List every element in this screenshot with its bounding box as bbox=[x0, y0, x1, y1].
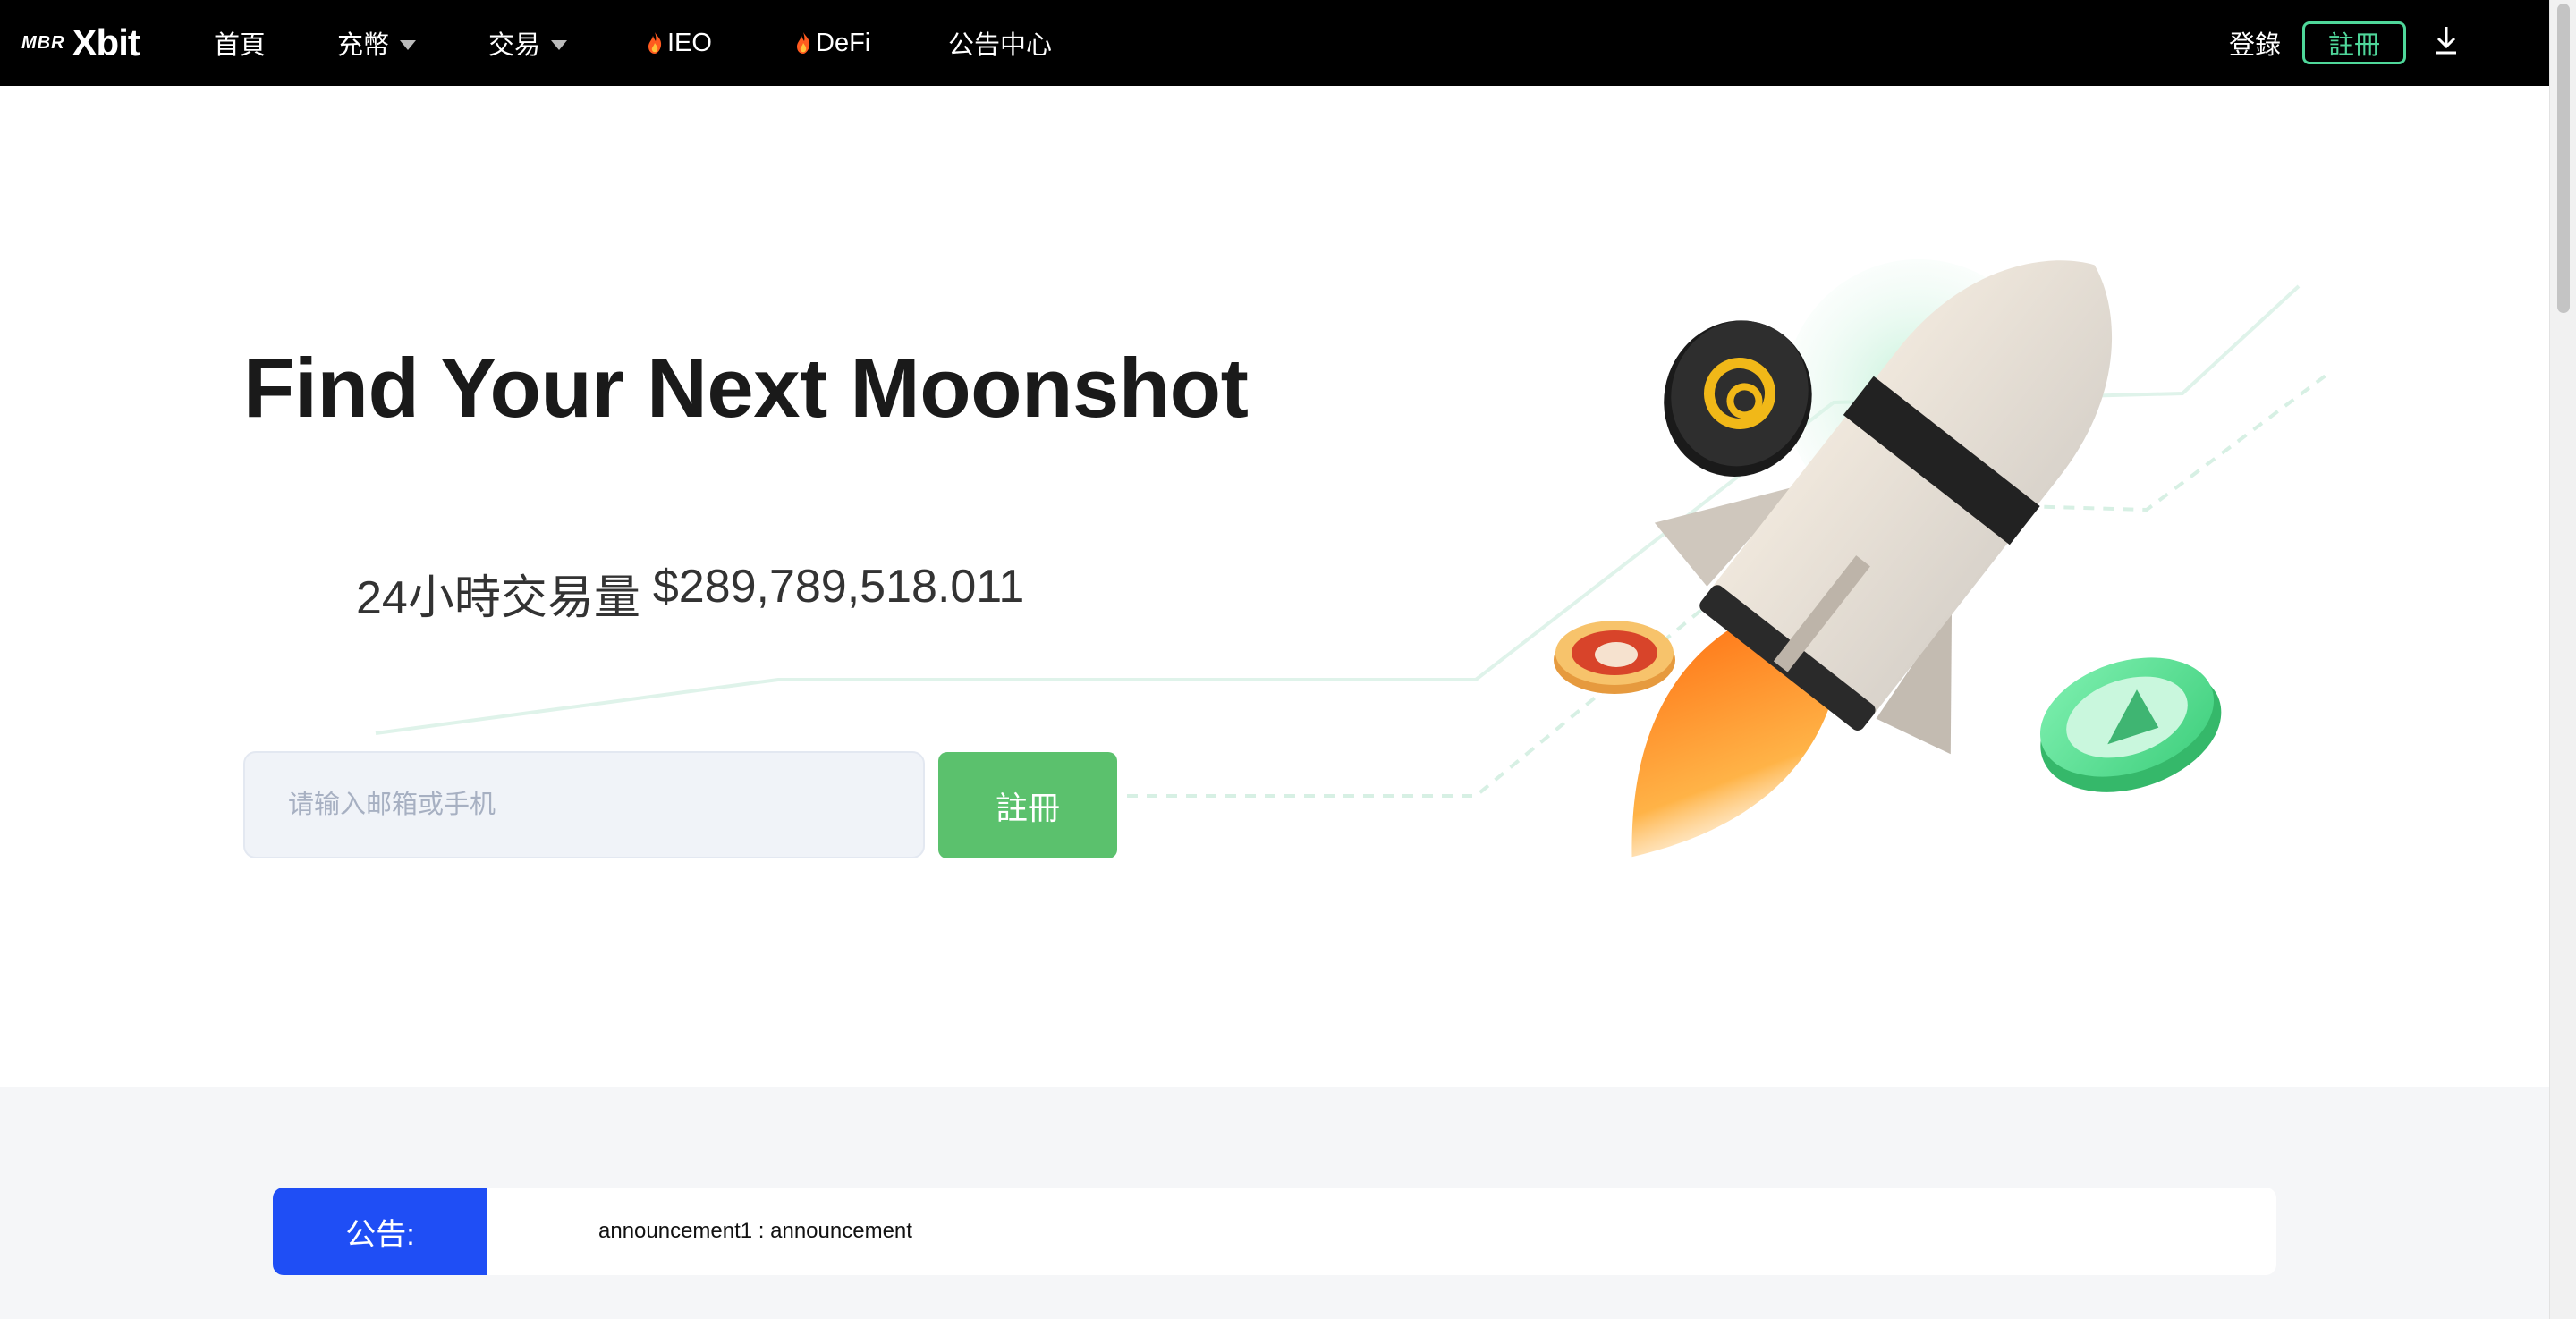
flame-icon bbox=[648, 32, 662, 54]
announcement-bar: 公告: announcement1 : announcement bbox=[273, 1188, 2276, 1275]
top-navbar: MBR Xbit 首頁 充幣 交易 IEO DeFi 公告中心 登錄 註冊 bbox=[0, 0, 2549, 86]
login-link[interactable]: 登錄 bbox=[2229, 0, 2281, 86]
nav-item-home[interactable]: 首頁 bbox=[214, 0, 266, 86]
nav-item-defi[interactable]: DeFi bbox=[794, 0, 870, 86]
caret-down-icon bbox=[551, 39, 568, 50]
brand-logo[interactable]: MBR Xbit bbox=[21, 16, 140, 70]
nav-item-label: 交易 bbox=[488, 31, 541, 60]
announcement-label: 公告: bbox=[273, 1188, 487, 1275]
page-scrollbar[interactable] bbox=[2549, 0, 2576, 1319]
flame-icon bbox=[797, 32, 810, 54]
nav-item-deposit[interactable]: 充幣 bbox=[337, 0, 417, 86]
logo-xbit-text: Xbit bbox=[72, 21, 140, 63]
green-coin-icon bbox=[2039, 657, 2222, 792]
nav-item-trade[interactable]: 交易 bbox=[488, 0, 568, 86]
register-label: 註冊 bbox=[2327, 31, 2380, 60]
orange-coin-icon bbox=[1554, 621, 1675, 694]
volume-value: $289,789,518.011 bbox=[652, 561, 1025, 613]
nav-item-announcement-center[interactable]: 公告中心 bbox=[948, 0, 1052, 86]
nav-register-button[interactable]: 註冊 bbox=[2302, 21, 2406, 64]
login-label: 登錄 bbox=[2229, 31, 2282, 60]
page: MBR Xbit 首頁 充幣 交易 IEO DeFi 公告中心 登錄 註冊 Fi… bbox=[0, 0, 2576, 1319]
nav-item-ieo[interactable]: IEO bbox=[646, 0, 712, 86]
announcement-text[interactable]: announcement1 : announcement bbox=[598, 1188, 912, 1275]
volume-label: 24小時交易量 bbox=[356, 572, 640, 624]
nav-item-label: IEO bbox=[667, 28, 712, 57]
hero-title: Find Your Next Moonshot bbox=[243, 341, 1249, 435]
register-label: 註冊 bbox=[995, 789, 1060, 826]
nav-item-label: DeFi bbox=[816, 28, 871, 57]
nav-item-label: 公告中心 bbox=[948, 31, 1053, 60]
email-phone-input[interactable] bbox=[243, 751, 925, 858]
caret-down-icon bbox=[400, 39, 417, 50]
scrollbar-thumb[interactable] bbox=[2557, 4, 2570, 313]
volume-stat: 24小時交易量 $289,789,518.011 bbox=[356, 560, 1024, 627]
nav-item-label: 首頁 bbox=[214, 31, 267, 60]
hero-register-button[interactable]: 註冊 bbox=[938, 752, 1117, 858]
nav-item-label: 充幣 bbox=[337, 31, 390, 60]
download-icon[interactable] bbox=[2429, 23, 2463, 57]
logo-mbr-text: MBR bbox=[21, 32, 65, 53]
